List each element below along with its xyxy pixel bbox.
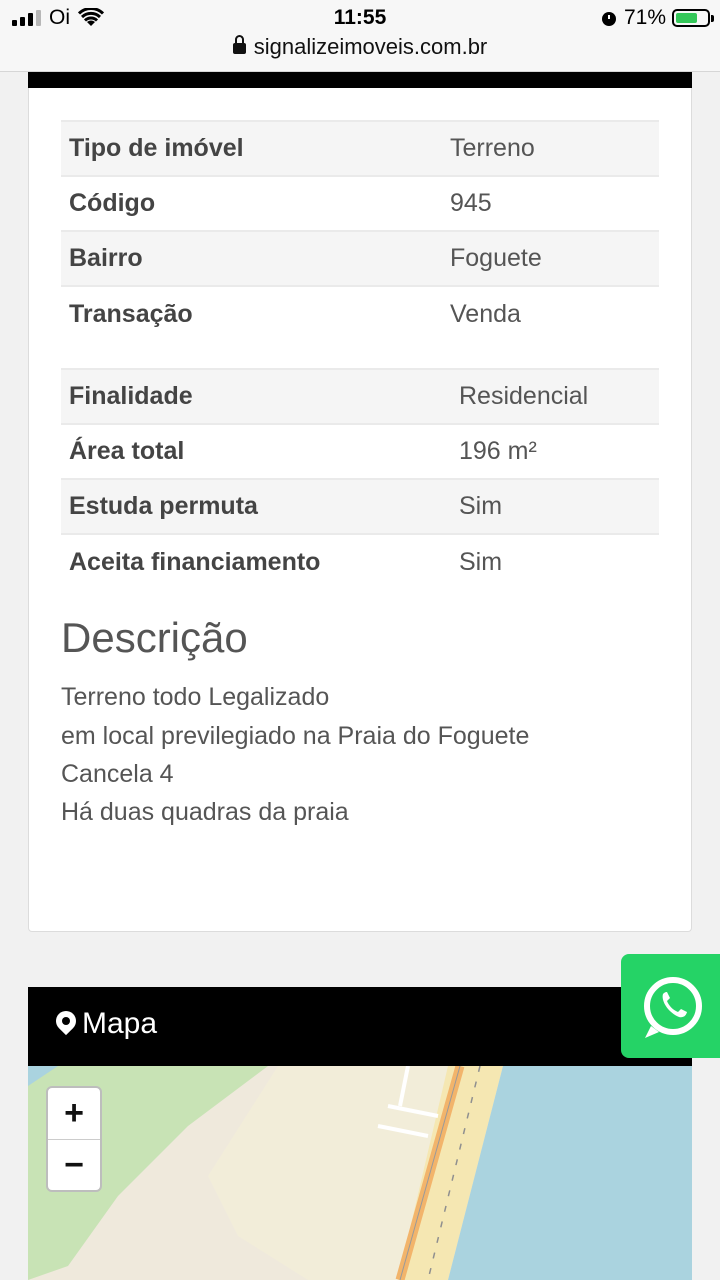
map-tiles bbox=[28, 1066, 692, 1280]
detail-value: Venda bbox=[442, 285, 659, 341]
map-view[interactable] bbox=[28, 1066, 692, 1280]
detail-label: Estuda permuta bbox=[61, 478, 451, 534]
zoom-in-button[interactable]: + bbox=[48, 1088, 100, 1140]
description-line: Cancela 4 bbox=[61, 760, 174, 788]
details-table-main: Tipo de imóvel Terreno Código 945 Bairro… bbox=[61, 120, 659, 341]
details-table-extra: Finalidade Residencial Área total 196 m²… bbox=[61, 368, 659, 589]
status-right: 71% bbox=[600, 6, 714, 30]
description-line: Há duas quadras da praia bbox=[61, 798, 349, 826]
battery-percent: 71% bbox=[623, 6, 666, 29]
map-header: Mapa bbox=[28, 987, 692, 1066]
lock-icon bbox=[232, 35, 246, 54]
table-row: Estuda permuta Sim bbox=[61, 478, 659, 534]
table-row: Área total 196 m² bbox=[61, 423, 659, 479]
table-row: Finalidade Residencial bbox=[61, 368, 659, 424]
description-heading: Descrição bbox=[61, 614, 248, 661]
detail-label: Transação bbox=[61, 285, 442, 341]
battery-icon bbox=[672, 9, 714, 27]
map-marker-icon bbox=[51, 1006, 81, 1036]
zoom-out-button[interactable]: − bbox=[48, 1140, 100, 1192]
detail-value: Foguete bbox=[442, 230, 659, 286]
detail-value: 945 bbox=[442, 175, 659, 231]
detail-label: Bairro bbox=[61, 230, 442, 286]
table-row: Código 945 bbox=[61, 175, 659, 231]
table-row: Transação Venda bbox=[61, 285, 659, 341]
table-row: Aceita financiamento Sim bbox=[61, 533, 659, 589]
url-text: signalizeimoveis.com.br bbox=[253, 34, 488, 59]
status-bar: Oi 11:55 71% signalizeimoveis.com.br bbox=[0, 0, 720, 72]
detail-value: Sim bbox=[451, 533, 659, 589]
url-bar[interactable]: signalizeimoveis.com.br bbox=[0, 34, 720, 60]
whatsapp-button[interactable] bbox=[621, 954, 720, 1058]
detail-label: Tipo de imóvel bbox=[61, 120, 442, 176]
whatsapp-icon bbox=[644, 977, 702, 1038]
detail-value: 196 m² bbox=[451, 423, 659, 479]
detail-value: Sim bbox=[451, 478, 659, 534]
table-row: Tipo de imóvel Terreno bbox=[61, 120, 659, 176]
alarm-icon bbox=[601, 12, 616, 26]
description-line: em local previlegiado na Praia do Foguet… bbox=[61, 722, 530, 750]
description-line: Terreno todo Legalizado bbox=[61, 683, 330, 711]
card-header-strip bbox=[28, 72, 692, 88]
detail-label: Código bbox=[61, 175, 442, 231]
detail-label: Finalidade bbox=[61, 368, 451, 424]
detail-value: Residencial bbox=[451, 368, 659, 424]
zoom-control: + − bbox=[46, 1086, 102, 1192]
detail-label: Área total bbox=[61, 423, 451, 479]
detail-label: Aceita financiamento bbox=[61, 533, 451, 589]
map-title: Mapa bbox=[82, 1007, 158, 1040]
table-row: Bairro Foguete bbox=[61, 230, 659, 286]
detail-value: Terreno bbox=[442, 120, 659, 176]
